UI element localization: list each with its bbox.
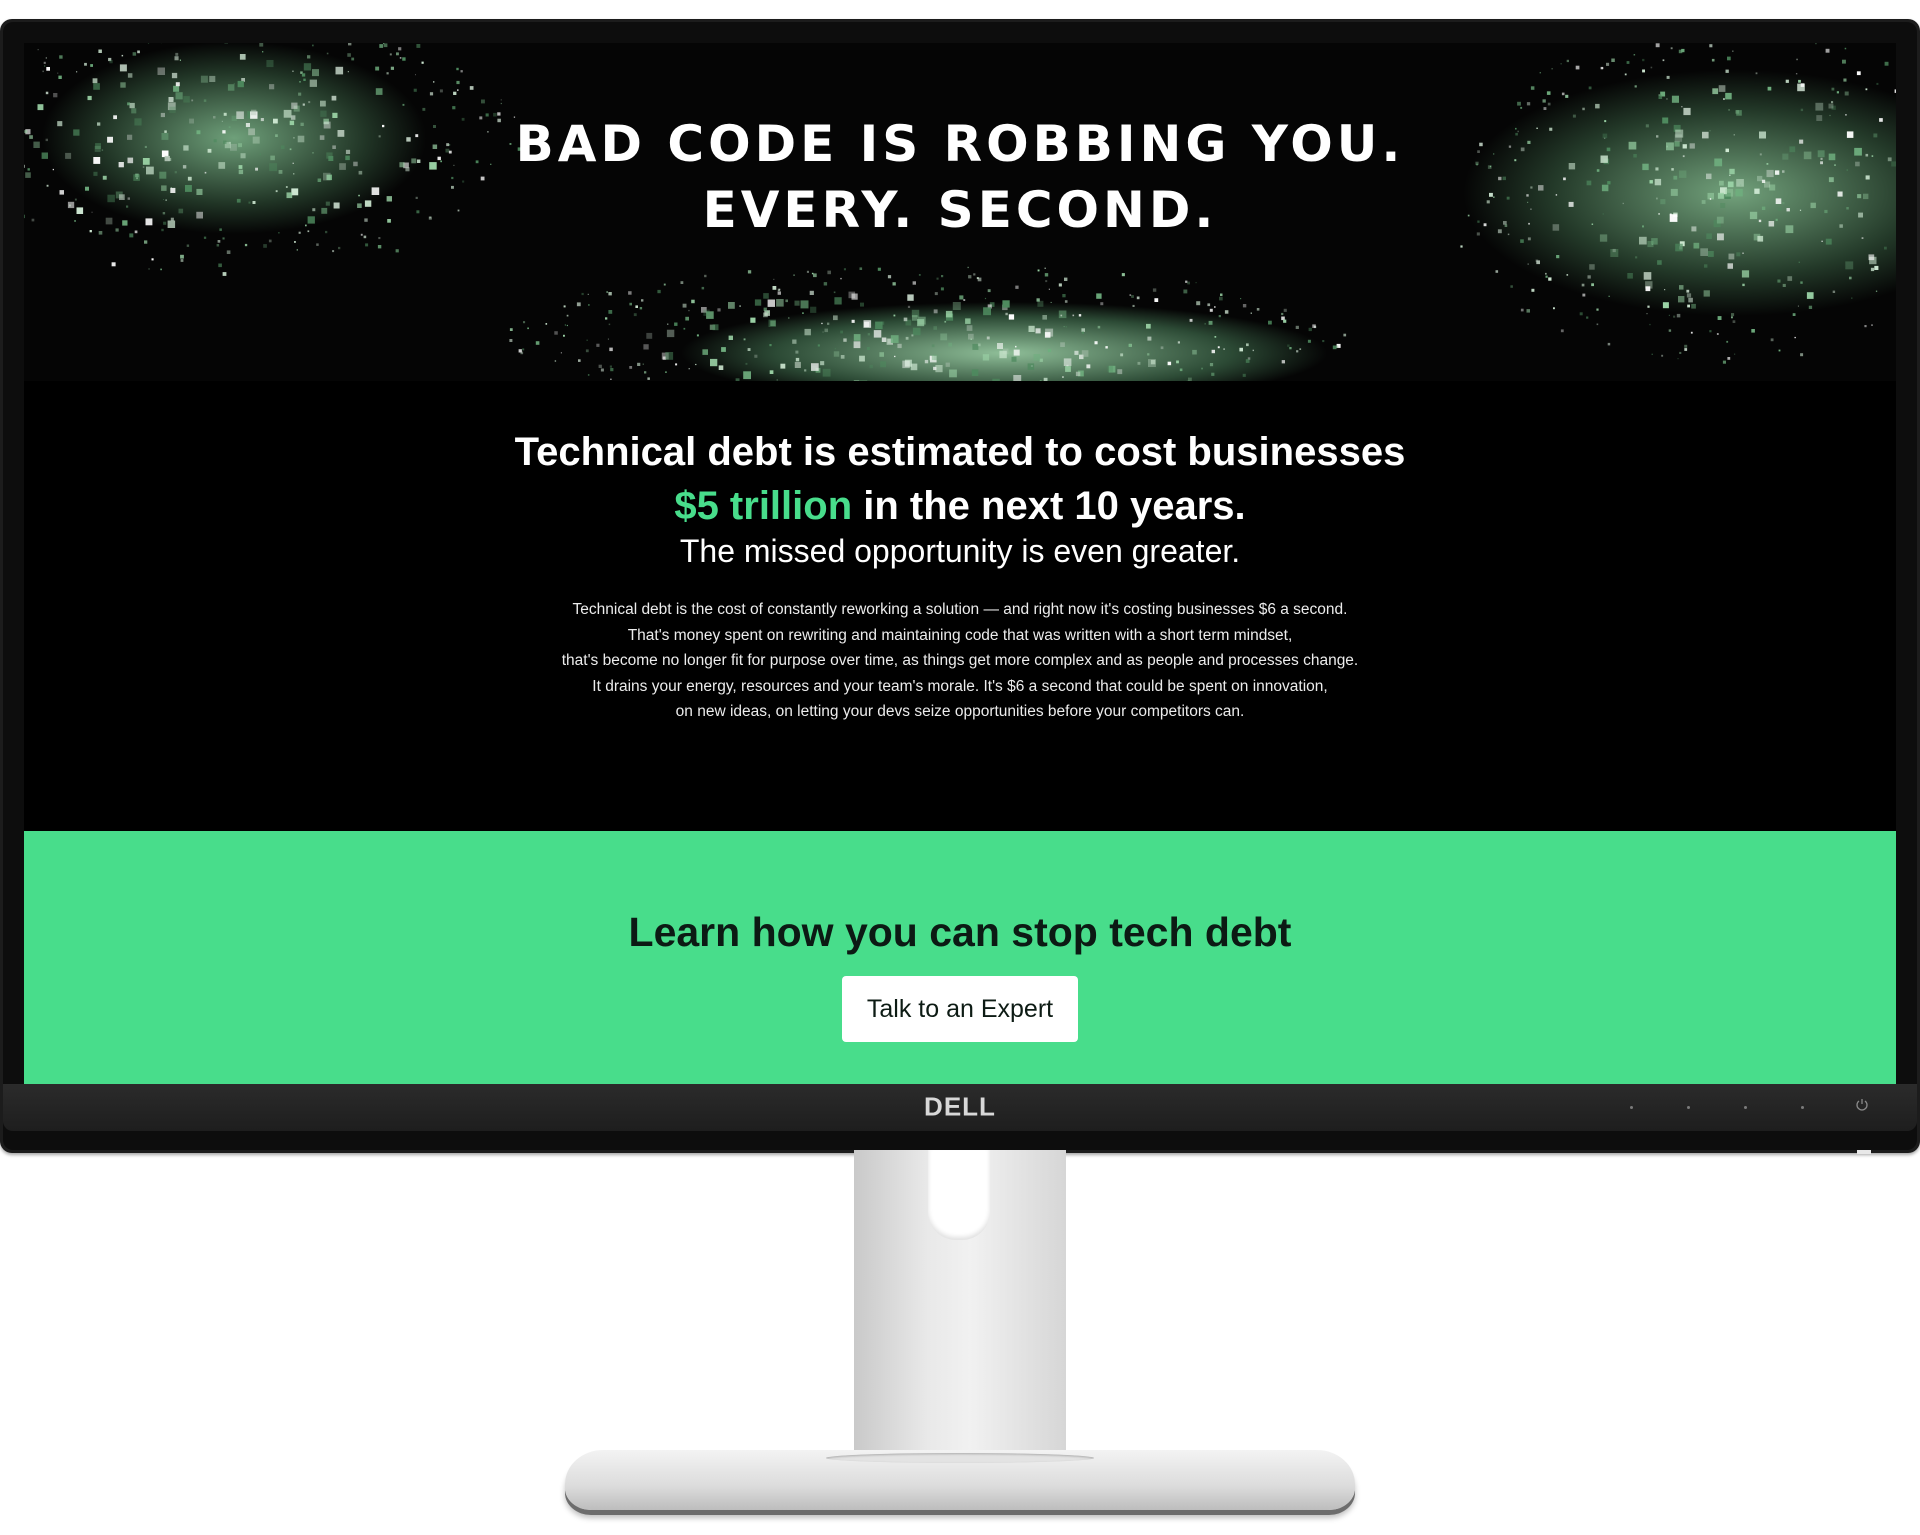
- intro-section: Technical debt is estimated to cost busi…: [24, 381, 1896, 750]
- talk-to-expert-button[interactable]: Talk to an Expert: [842, 976, 1078, 1042]
- hero-title-line-1: BAD CODE IS ROBBING YOU.: [515, 115, 1405, 173]
- intro-body: Technical debt is the cost of constantly…: [24, 597, 1896, 725]
- headline-line-2: $5 trillion in the next 10 years.: [24, 479, 1896, 533]
- monitor-menu-button[interactable]: [1801, 1106, 1804, 1109]
- body-line: that's become no longer fit for purpose …: [561, 652, 1359, 669]
- power-led: [1857, 1150, 1871, 1154]
- headline-line-1: Technical debt is estimated to cost busi…: [514, 430, 1406, 474]
- hero-banner: BAD CODE IS ROBBING YOU. EVERY. SECOND.: [24, 43, 1896, 381]
- monitor-menu-button[interactable]: [1744, 1106, 1747, 1109]
- monitor-menu-button[interactable]: [1630, 1106, 1633, 1109]
- intro-subheadline: The missed opportunity is even greater.: [679, 533, 1241, 569]
- intro-headline: Technical debt is estimated to cost busi…: [24, 425, 1896, 533]
- hero-title: BAD CODE IS ROBBING YOU. EVERY. SECOND.: [24, 111, 1896, 243]
- cta-title: Learn how you can stop tech debt: [628, 909, 1292, 955]
- monitor-brand-logo: DELL: [924, 1091, 996, 1122]
- screen: BAD CODE IS ROBBING YOU. EVERY. SECOND. …: [24, 43, 1896, 1097]
- stand-base-joint: [826, 1453, 1094, 1463]
- headline-rest: in the next 10 years.: [863, 484, 1246, 528]
- power-icon[interactable]: [1855, 1097, 1869, 1111]
- cable-slot: [928, 1150, 990, 1240]
- body-line: That's money spent on rewriting and main…: [627, 626, 1293, 644]
- hero-title-line-2: EVERY. SECOND.: [702, 181, 1218, 239]
- monitor-menu-button[interactable]: [1687, 1106, 1690, 1109]
- body-line: on new ideas, on letting your devs seize…: [675, 703, 1245, 720]
- cta-section: Learn how you can stop tech debt Talk to…: [24, 831, 1896, 1097]
- body-line: Technical debt is the cost of constantly…: [572, 601, 1348, 618]
- headline-accent: $5 trillion: [674, 484, 853, 528]
- body-line: It drains your energy, resources and you…: [592, 677, 1328, 695]
